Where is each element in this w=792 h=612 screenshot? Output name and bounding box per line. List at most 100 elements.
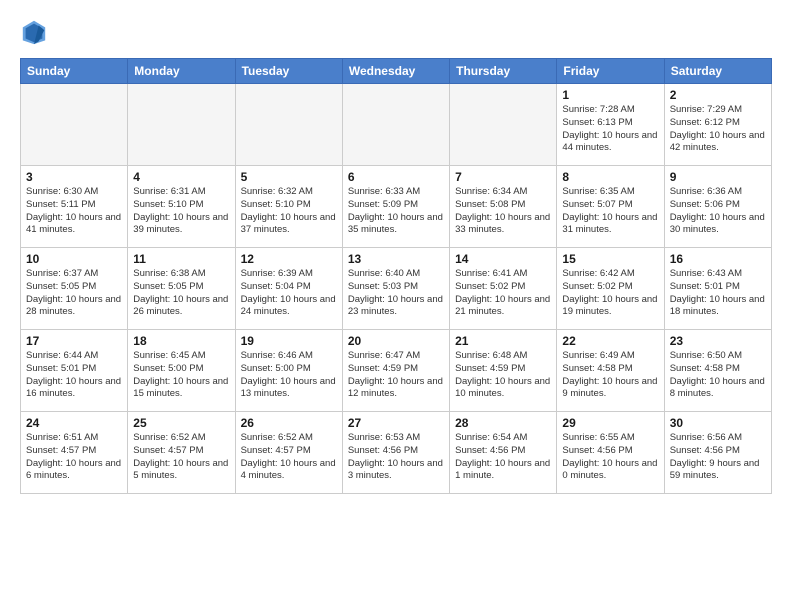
day-info: Sunrise: 6:37 AM Sunset: 5:05 PM Dayligh… [26,268,122,319]
day-number: 1 [562,88,658,102]
day-number: 8 [562,170,658,184]
day-info: Sunrise: 6:56 AM Sunset: 4:56 PM Dayligh… [670,432,766,483]
weekday-header: Friday [557,59,664,84]
calendar-day: 25 Sunrise: 6:52 AM Sunset: 4:57 PM Dayli… [128,412,235,494]
day-number: 16 [670,252,766,266]
day-number: 12 [241,252,337,266]
day-info: Sunrise: 6:45 AM Sunset: 5:00 PM Dayligh… [133,350,229,401]
day-number: 13 [348,252,444,266]
day-info: Sunrise: 6:41 AM Sunset: 5:02 PM Dayligh… [455,268,551,319]
calendar-week-row: 3 Sunrise: 6:30 AM Sunset: 5:11 PM Daylig… [21,166,772,248]
calendar-day: 27Sunrise: 6:53 AM Sunset: 4:56 PM Dayli… [342,412,449,494]
calendar-day: 26 Sunrise: 6:52 AM Sunset: 4:57 PM Dayli… [235,412,342,494]
day-info: Sunrise: 6:31 AM Sunset: 5:10 PM Dayligh… [133,186,229,237]
day-info: Sunrise: 6:50 AM Sunset: 4:58 PM Dayligh… [670,350,766,401]
day-number: 14 [455,252,551,266]
day-info: Sunrise: 6:34 AM Sunset: 5:08 PM Dayligh… [455,186,551,237]
calendar-day: 10 Sunrise: 6:37 AM Sunset: 5:05 PM Dayli… [21,248,128,330]
day-info: Sunrise: 6:46 AM Sunset: 5:00 PM Dayligh… [241,350,337,401]
day-info: Sunrise: 6:40 AM Sunset: 5:03 PM Dayligh… [348,268,444,319]
calendar-day: 18 Sunrise: 6:45 AM Sunset: 5:00 PM Dayli… [128,330,235,412]
weekday-header: Wednesday [342,59,449,84]
day-number: 24 [26,416,122,430]
day-info: Sunrise: 6:52 AM Sunset: 4:57 PM Dayligh… [133,432,229,483]
day-number: 30 [670,416,766,430]
calendar-day: 9 Sunrise: 6:36 AM Sunset: 5:06 PM Daylig… [664,166,771,248]
calendar-week-row: 10 Sunrise: 6:37 AM Sunset: 5:05 PM Dayli… [21,248,772,330]
calendar-day: 11 Sunrise: 6:38 AM Sunset: 5:05 PM Dayli… [128,248,235,330]
day-number: 5 [241,170,337,184]
day-info: Sunrise: 6:30 AM Sunset: 5:11 PM Dayligh… [26,186,122,237]
calendar-week-row: 17 Sunrise: 6:44 AM Sunset: 5:01 PM Dayli… [21,330,772,412]
calendar-day [342,84,449,166]
calendar-day: 6Sunrise: 6:33 AM Sunset: 5:09 PM Daylig… [342,166,449,248]
calendar-day: 15Sunrise: 6:42 AM Sunset: 5:02 PM Dayli… [557,248,664,330]
day-number: 15 [562,252,658,266]
day-info: Sunrise: 6:39 AM Sunset: 5:04 PM Dayligh… [241,268,337,319]
logo [20,18,52,46]
day-number: 18 [133,334,229,348]
calendar-day: 19 Sunrise: 6:46 AM Sunset: 5:00 PM Dayli… [235,330,342,412]
day-number: 23 [670,334,766,348]
calendar-day: 5 Sunrise: 6:32 AM Sunset: 5:10 PM Daylig… [235,166,342,248]
calendar-day: 20 Sunrise: 6:47 AM Sunset: 4:59 PM Dayli… [342,330,449,412]
day-info: Sunrise: 6:47 AM Sunset: 4:59 PM Dayligh… [348,350,444,401]
day-info: Sunrise: 6:32 AM Sunset: 5:10 PM Dayligh… [241,186,337,237]
day-number: 17 [26,334,122,348]
calendar-day: 4 Sunrise: 6:31 AM Sunset: 5:10 PM Daylig… [128,166,235,248]
calendar-day: 22 Sunrise: 6:49 AM Sunset: 4:58 PM Dayli… [557,330,664,412]
calendar-day: 17 Sunrise: 6:44 AM Sunset: 5:01 PM Dayli… [21,330,128,412]
calendar-day: 12 Sunrise: 6:39 AM Sunset: 5:04 PM Dayli… [235,248,342,330]
calendar-day: 30 Sunrise: 6:56 AM Sunset: 4:56 PM Dayli… [664,412,771,494]
day-number: 25 [133,416,229,430]
weekday-header-row: SundayMondayTuesdayWednesdayThursdayFrid… [21,59,772,84]
weekday-header: Sunday [21,59,128,84]
day-number: 28 [455,416,551,430]
calendar-day: 23 Sunrise: 6:50 AM Sunset: 4:58 PM Dayli… [664,330,771,412]
day-info: Sunrise: 6:48 AM Sunset: 4:59 PM Dayligh… [455,350,551,401]
calendar-week-row: 24 Sunrise: 6:51 AM Sunset: 4:57 PM Dayli… [21,412,772,494]
calendar-day: 8 Sunrise: 6:35 AM Sunset: 5:07 PM Daylig… [557,166,664,248]
day-info: Sunrise: 6:52 AM Sunset: 4:57 PM Dayligh… [241,432,337,483]
day-number: 22 [562,334,658,348]
weekday-header: Thursday [450,59,557,84]
calendar-day [128,84,235,166]
day-number: 29 [562,416,658,430]
day-number: 4 [133,170,229,184]
day-number: 26 [241,416,337,430]
weekday-header: Monday [128,59,235,84]
day-number: 9 [670,170,766,184]
calendar-week-row: 1Sunrise: 7:28 AM Sunset: 6:13 PM Daylig… [21,84,772,166]
day-number: 2 [670,88,766,102]
calendar-day: 16 Sunrise: 6:43 AM Sunset: 5:01 PM Dayli… [664,248,771,330]
calendar-day: 2 Sunrise: 7:29 AM Sunset: 6:12 PM Daylig… [664,84,771,166]
day-info: Sunrise: 6:51 AM Sunset: 4:57 PM Dayligh… [26,432,122,483]
day-number: 19 [241,334,337,348]
day-info: Sunrise: 6:36 AM Sunset: 5:06 PM Dayligh… [670,186,766,237]
day-info: Sunrise: 6:44 AM Sunset: 5:01 PM Dayligh… [26,350,122,401]
day-number: 20 [348,334,444,348]
day-number: 27 [348,416,444,430]
day-info: Sunrise: 6:54 AM Sunset: 4:56 PM Dayligh… [455,432,551,483]
day-info: Sunrise: 6:35 AM Sunset: 5:07 PM Dayligh… [562,186,658,237]
calendar-day: 7 Sunrise: 6:34 AM Sunset: 5:08 PM Daylig… [450,166,557,248]
calendar-day [450,84,557,166]
day-number: 7 [455,170,551,184]
day-number: 10 [26,252,122,266]
calendar-day: 13 Sunrise: 6:40 AM Sunset: 5:03 PM Dayli… [342,248,449,330]
day-info: Sunrise: 6:49 AM Sunset: 4:58 PM Dayligh… [562,350,658,401]
calendar-day [235,84,342,166]
day-number: 6 [348,170,444,184]
calendar-day: 29Sunrise: 6:55 AM Sunset: 4:56 PM Dayli… [557,412,664,494]
day-number: 21 [455,334,551,348]
day-info: Sunrise: 6:43 AM Sunset: 5:01 PM Dayligh… [670,268,766,319]
calendar-day: 21 Sunrise: 6:48 AM Sunset: 4:59 PM Dayli… [450,330,557,412]
day-number: 11 [133,252,229,266]
header [20,18,772,46]
day-number: 3 [26,170,122,184]
day-info: Sunrise: 6:38 AM Sunset: 5:05 PM Dayligh… [133,268,229,319]
page: SundayMondayTuesdayWednesdayThursdayFrid… [0,0,792,504]
day-info: Sunrise: 7:29 AM Sunset: 6:12 PM Dayligh… [670,104,766,155]
calendar-day: 3 Sunrise: 6:30 AM Sunset: 5:11 PM Daylig… [21,166,128,248]
weekday-header: Tuesday [235,59,342,84]
